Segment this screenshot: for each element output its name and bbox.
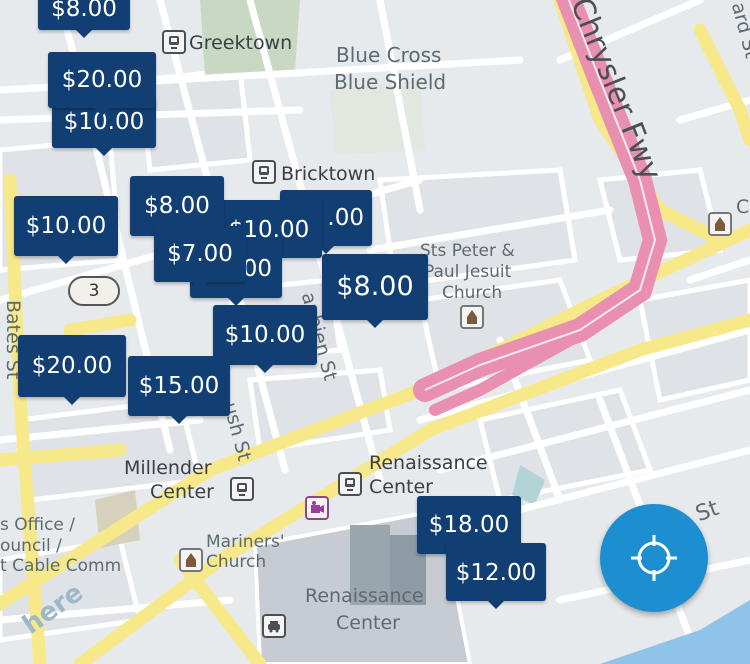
parking-price-pin[interactable]: $8.00 — [322, 254, 428, 328]
label-millender-1: Millender — [124, 457, 212, 479]
locate-me-button[interactable] — [600, 504, 708, 612]
label-mariners-2: Church — [206, 552, 267, 572]
label-edge-c: C — [736, 196, 750, 218]
parking-price-pin[interactable]: $8.00 — [38, 0, 130, 38]
map-view[interactable]: 3 Bates St ush St aubien St St ard St Ch… — [0, 0, 750, 664]
church-icon — [179, 548, 203, 572]
pin-price: $20.00 — [31, 353, 113, 379]
parking-price-pin[interactable]: $20.00 — [48, 52, 156, 116]
label-office-2: ouncil / — [0, 536, 62, 556]
label-millender-2: Center — [150, 481, 214, 503]
label-bricktown: Bricktown — [281, 163, 376, 185]
transit-station-icon — [162, 30, 186, 54]
church-icon — [708, 212, 732, 236]
route-3-shield: 3 — [68, 276, 120, 306]
label-office-1: s Office / — [0, 515, 76, 535]
parking-price-pin[interactable]: $20.00 — [18, 335, 126, 405]
transit-station-icon — [252, 160, 276, 184]
label-blue-cross-2: Blue Shield — [334, 70, 447, 94]
parking-price-pin[interactable]: $7.00 — [154, 226, 246, 290]
label-blue-cross-1: Blue Cross — [336, 43, 442, 67]
label-office-3: t Cable Comm — [0, 556, 122, 576]
parking-price-pin[interactable]: $10.00 — [14, 196, 118, 264]
route-number: 3 — [88, 281, 100, 301]
label-mariners-1: Mariners' — [206, 532, 285, 552]
pin-price: $12.00 — [455, 560, 537, 586]
cinema-icon — [305, 496, 329, 520]
pin-price: $15.00 — [138, 373, 220, 399]
label-ren-bottom-1: Renaissance — [305, 585, 424, 607]
transit-station-icon — [338, 472, 362, 496]
label-church-2: Paul Jesuit — [424, 262, 512, 282]
pin-price: $20.00 — [61, 67, 143, 93]
parking-price-pin[interactable]: $15.00 — [128, 356, 230, 424]
taxi-icon — [262, 614, 286, 638]
pin-price: $8.00 — [336, 271, 414, 302]
pin-price: $7.00 — [167, 241, 233, 267]
label-church-1: Sts Peter & — [420, 241, 515, 261]
parking-price-pin[interactable]: $12.00 — [446, 543, 546, 609]
transit-station-icon — [230, 477, 254, 501]
pin-price: $10.00 — [25, 213, 107, 239]
label-greektown: Greektown — [189, 32, 293, 54]
label-church-3: Church — [442, 283, 503, 303]
pin-price: $8.00 — [51, 0, 117, 22]
label-renaissance-1: Renaissance — [369, 452, 488, 474]
crosshair-icon — [631, 535, 677, 581]
church-icon — [460, 305, 484, 329]
label-ren-bottom-2: Center — [336, 612, 400, 634]
